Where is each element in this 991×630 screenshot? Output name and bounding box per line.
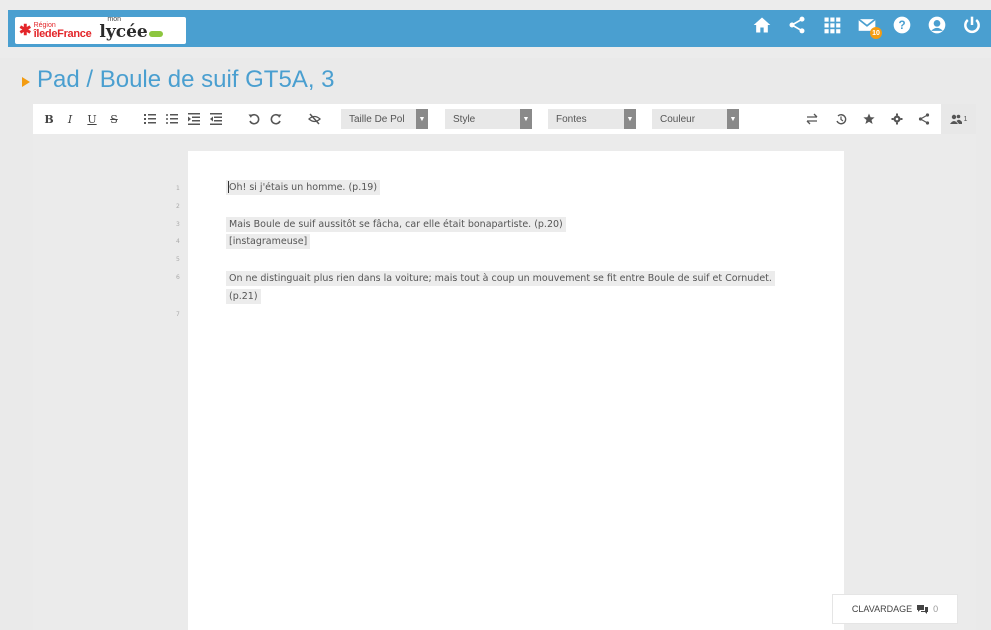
line-number: 1: [176, 185, 180, 192]
title-arrow-icon: [22, 77, 30, 87]
svg-text:?: ?: [898, 19, 905, 32]
outdent-icon[interactable]: [210, 112, 222, 130]
page-title: Pad / Boule de suif GT5A, 3: [22, 66, 335, 94]
document-line[interactable]: On ne distinguait plus rien dans la voit…: [226, 271, 775, 286]
style-select-label: Style: [453, 113, 476, 125]
users-button[interactable]: 1: [941, 104, 976, 134]
history-icon[interactable]: [835, 112, 847, 130]
line-number: 2: [176, 203, 180, 210]
document-line[interactable]: Mais Boule de suif aussitôt se fâcha, ca…: [226, 217, 566, 232]
line-number: 3: [176, 221, 180, 228]
underline-button[interactable]: U: [86, 104, 98, 134]
power-icon[interactable]: [961, 14, 983, 36]
document-line[interactable]: (p.21): [226, 289, 261, 304]
apps-grid-icon[interactable]: [821, 14, 843, 36]
fonts-select-label: Fontes: [556, 113, 587, 125]
document-line[interactable]: [instagrameuse]: [226, 234, 311, 249]
region-logo: Région îledeFrance: [34, 22, 92, 40]
lycee-logo: mon lycée: [99, 16, 163, 42]
lycee-logo-dot: [148, 30, 163, 37]
line-number: 5: [176, 256, 180, 263]
users-icon: [949, 114, 962, 124]
share-icon[interactable]: [786, 14, 808, 36]
help-icon[interactable]: ?: [891, 14, 913, 36]
header-icons: 10 ?: [751, 14, 983, 39]
mail-badge: 10: [870, 27, 882, 39]
user-icon[interactable]: [926, 14, 948, 36]
font-size-select-label: Taille De Pol: [349, 113, 405, 125]
document-line[interactable]: Oh! si j'étais un homme. (p.19): [226, 180, 381, 195]
region-star-icon: ✱: [19, 22, 32, 39]
undo-icon[interactable]: [248, 112, 260, 130]
lycee-logo-word: lycée: [99, 21, 148, 42]
fonts-select[interactable]: Fontes ▼: [548, 109, 636, 129]
font-size-select[interactable]: Taille De Pol ▼: [341, 109, 428, 129]
star-icon[interactable]: [863, 112, 875, 130]
line-number: 7: [176, 311, 180, 318]
chat-count: 0: [933, 604, 939, 614]
line-number: 4: [176, 238, 180, 245]
chevron-down-icon: ▼: [624, 109, 636, 129]
region-logo-big: îledeFrance: [33, 27, 92, 40]
italic-button[interactable]: I: [64, 104, 76, 134]
lycee-logo-text: lycée: [99, 21, 163, 42]
import-export-icon[interactable]: [806, 112, 818, 130]
ordered-list-icon[interactable]: [144, 112, 156, 130]
bold-button[interactable]: B: [43, 104, 55, 134]
chat-label: CLAVARDAGE: [851, 604, 913, 614]
chat-button[interactable]: CLAVARDAGE 0: [832, 594, 958, 624]
logo[interactable]: ✱ Région îledeFrance mon lycée: [15, 16, 186, 44]
chat-bubble-icon: [917, 604, 929, 614]
chevron-down-icon: ▼: [520, 109, 532, 129]
lycee-logo-mon: mon: [107, 15, 122, 23]
strikethrough-button[interactable]: S: [108, 104, 120, 134]
users-count: 1: [963, 115, 968, 123]
settings-gear-icon[interactable]: [891, 112, 903, 130]
text-cursor: [228, 181, 229, 193]
indent-icon[interactable]: [188, 112, 200, 130]
mail-icon[interactable]: 10: [856, 14, 882, 39]
page-title-text: Pad / Boule de suif GT5A, 3: [37, 66, 335, 93]
home-icon[interactable]: [751, 14, 773, 36]
chevron-down-icon: ▼: [416, 109, 428, 129]
color-select[interactable]: Couleur ▼: [652, 109, 739, 129]
line-number: 6: [176, 274, 180, 281]
color-select-label: Couleur: [660, 113, 696, 125]
style-select[interactable]: Style ▼: [445, 109, 532, 129]
unordered-list-icon[interactable]: [166, 112, 178, 130]
pad-share-icon[interactable]: [918, 112, 930, 130]
redo-icon[interactable]: [270, 112, 282, 130]
hide-authors-icon[interactable]: [308, 112, 321, 130]
chevron-down-icon: ▼: [727, 109, 739, 129]
